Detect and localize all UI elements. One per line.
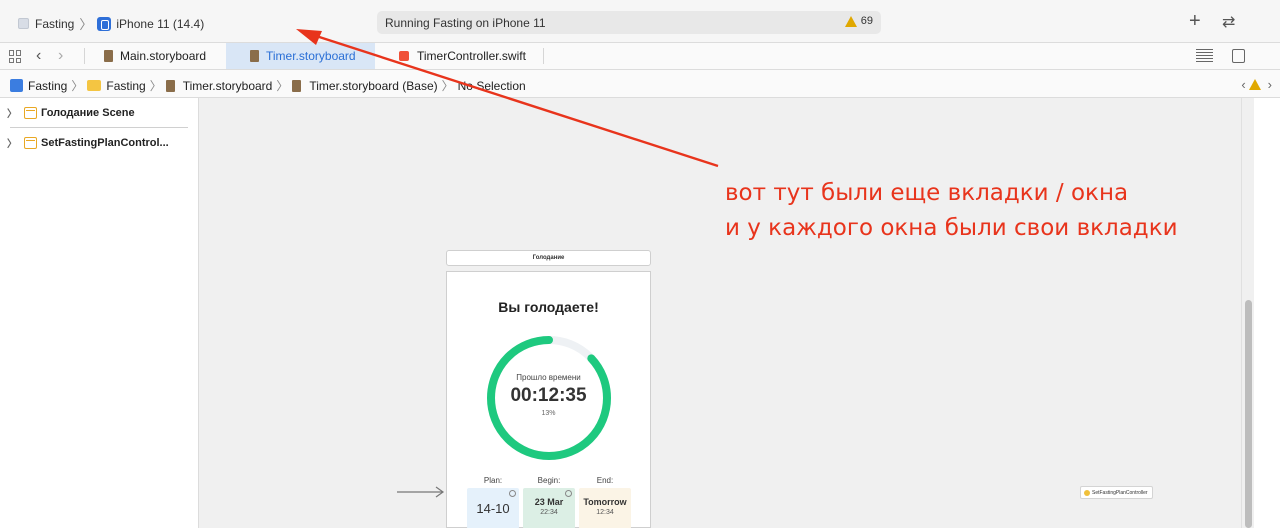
annotation-text-line-2: и у каждого окна были свои вкладки [725, 215, 1178, 241]
annotation-text-line-1: вот тут были еще вкладки / окна [725, 180, 1129, 206]
annotation-arrow [296, 29, 719, 168]
